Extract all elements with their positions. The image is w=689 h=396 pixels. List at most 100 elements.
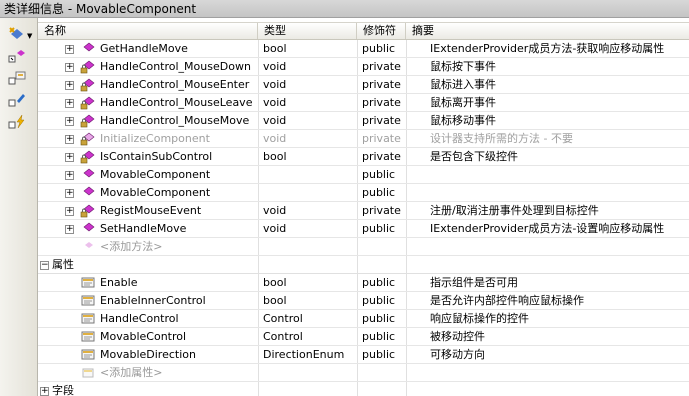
- expand-icon[interactable]: +: [65, 63, 74, 72]
- member-modifier: private: [362, 96, 401, 109]
- method-row[interactable]: + MovableComponent public: [38, 166, 689, 184]
- property-row[interactable]: EnableInnerControl bool public 是否允许内部控件响应鼠标…: [38, 292, 689, 310]
- member-summary: 鼠标离开事件: [430, 96, 496, 109]
- method-row[interactable]: + RegistMouseEvent void private 注册/取消注册事件处理到…: [38, 202, 689, 220]
- member-name[interactable]: <添加属性>: [100, 364, 258, 382]
- member-type: bool: [263, 150, 287, 163]
- property-icon: [80, 347, 96, 363]
- member-type: bool: [263, 294, 287, 307]
- method-row[interactable]: + HandleControl_MouseMove void private 鼠标移动事…: [38, 112, 689, 130]
- grid-header: 名称 类型 修饰符 摘要: [38, 22, 689, 40]
- member-modifier: public: [362, 42, 396, 55]
- member-name[interactable]: Enable: [100, 274, 258, 292]
- member-name[interactable]: EnableInnerControl: [100, 292, 258, 310]
- member-summary: 是否包含下级控件: [430, 150, 518, 163]
- expand-icon[interactable]: +: [65, 189, 74, 198]
- member-name[interactable]: MovableComponent: [100, 166, 258, 184]
- new-field-button[interactable]: [8, 92, 26, 108]
- member-modifier: private: [362, 60, 401, 73]
- member-name[interactable]: <添加方法>: [100, 238, 258, 256]
- private-method-icon: [80, 203, 96, 219]
- column-header-type[interactable]: 类型: [258, 23, 357, 39]
- add-property-row[interactable]: <添加属性>: [38, 364, 689, 382]
- expand-icon[interactable]: +: [65, 207, 74, 216]
- private-method-icon: [80, 59, 96, 75]
- member-name[interactable]: SetHandleMove: [100, 220, 258, 238]
- member-name[interactable]: GetHandleMove: [100, 40, 258, 58]
- member-summary: 设计器支持所需的方法 - 不要: [430, 132, 573, 145]
- member-name[interactable]: MovableDirection: [100, 346, 258, 364]
- group-label: 属性: [52, 258, 74, 271]
- member-modifier: public: [362, 168, 396, 181]
- private-method-icon: [80, 149, 96, 165]
- property-icon: [80, 275, 96, 291]
- method-row[interactable]: + HandleControl_MouseLeave void private 鼠标离开…: [38, 94, 689, 112]
- member-name[interactable]: HandleControl_MouseEnter: [100, 76, 258, 94]
- expand-icon[interactable]: +: [65, 171, 74, 180]
- member-modifier: private: [362, 150, 401, 163]
- method-row[interactable]: + InitializeComponent void private 设计器支持所需的方…: [38, 130, 689, 148]
- class-details-grid: 名称 类型 修饰符 摘要 + GetHandleMove bool public IEx…: [38, 18, 689, 396]
- new-method-button[interactable]: [8, 48, 26, 64]
- new-member-button[interactable]: [8, 26, 26, 42]
- column-header-name[interactable]: 名称: [38, 23, 258, 39]
- member-type: void: [263, 114, 287, 127]
- fields-group-header[interactable]: + 字段: [38, 382, 689, 396]
- expand-icon[interactable]: +: [65, 135, 74, 144]
- method-row[interactable]: + GetHandleMove bool public IExtenderProvide…: [38, 40, 689, 58]
- public-method-icon: [80, 221, 96, 237]
- add-method-row[interactable]: <添加方法>: [38, 238, 689, 256]
- member-type: [263, 166, 358, 184]
- property-icon: [8, 71, 26, 85]
- collapse-icon[interactable]: −: [40, 261, 49, 270]
- new-property-button[interactable]: [8, 70, 26, 86]
- method-row[interactable]: + HandleControl_MouseDown void private 鼠标按下事…: [38, 58, 689, 76]
- property-row[interactable]: Enable bool public 指示组件是否可用: [38, 274, 689, 292]
- member-modifier: public: [362, 348, 396, 361]
- chevron-down-icon[interactable]: ▼: [27, 32, 32, 40]
- member-summary: [430, 184, 689, 202]
- method-row[interactable]: + MovableComponent public: [38, 184, 689, 202]
- field-icon: [8, 94, 25, 107]
- property-row[interactable]: MovableDirection DirectionEnum public 可移动方向: [38, 346, 689, 364]
- public-method-icon: [80, 167, 96, 183]
- member-modifier: public: [362, 312, 396, 325]
- member-name[interactable]: HandleControl_MouseMove: [100, 112, 258, 130]
- expand-icon[interactable]: +: [65, 153, 74, 162]
- method-row[interactable]: + SetHandleMove void public IExtenderProvide…: [38, 220, 689, 238]
- property-row[interactable]: MovableControl Control public 被移动控件: [38, 328, 689, 346]
- member-name[interactable]: MovableControl: [100, 328, 258, 346]
- member-modifier: private: [362, 78, 401, 91]
- expand-icon[interactable]: +: [65, 117, 74, 126]
- expand-icon[interactable]: +: [65, 225, 74, 234]
- member-summary: 鼠标进入事件: [430, 78, 496, 91]
- member-modifier: private: [362, 132, 401, 145]
- member-name[interactable]: InitializeComponent: [100, 130, 258, 148]
- expand-icon[interactable]: +: [40, 387, 49, 396]
- property-icon: [80, 311, 96, 327]
- member-name[interactable]: HandleControl_MouseLeave: [100, 94, 258, 112]
- member-summary: 注册/取消注册事件处理到目标控件: [430, 204, 599, 217]
- method-row[interactable]: + HandleControl_MouseEnter void private 鼠标进入…: [38, 76, 689, 94]
- method-row[interactable]: + IsContainSubControl bool private 是否包含下级控件: [38, 148, 689, 166]
- expand-icon[interactable]: +: [65, 99, 74, 108]
- member-name[interactable]: HandleControl_MouseDown: [100, 58, 258, 76]
- member-name[interactable]: RegistMouseEvent: [100, 202, 258, 220]
- expand-icon[interactable]: +: [65, 45, 74, 54]
- member-name[interactable]: HandleControl: [100, 310, 258, 328]
- property-row[interactable]: HandleControl Control public 响应鼠标操作的控件: [38, 310, 689, 328]
- member-name[interactable]: IsContainSubControl: [100, 148, 258, 166]
- column-header-summary[interactable]: 摘要: [406, 23, 689, 39]
- column-header-modifier[interactable]: 修饰符: [357, 23, 406, 39]
- property-icon: [80, 329, 96, 345]
- member-summary: 鼠标按下事件: [430, 60, 496, 73]
- member-summary: 指示组件是否可用: [430, 276, 518, 289]
- member-type: Control: [263, 312, 303, 325]
- member-modifier: public: [362, 222, 396, 235]
- expand-icon[interactable]: +: [65, 81, 74, 90]
- properties-group-header[interactable]: − 属性: [38, 256, 689, 274]
- member-summary: [430, 166, 689, 184]
- member-name[interactable]: MovableComponent: [100, 184, 258, 202]
- member-type: void: [263, 132, 287, 145]
- new-event-button[interactable]: [8, 114, 26, 130]
